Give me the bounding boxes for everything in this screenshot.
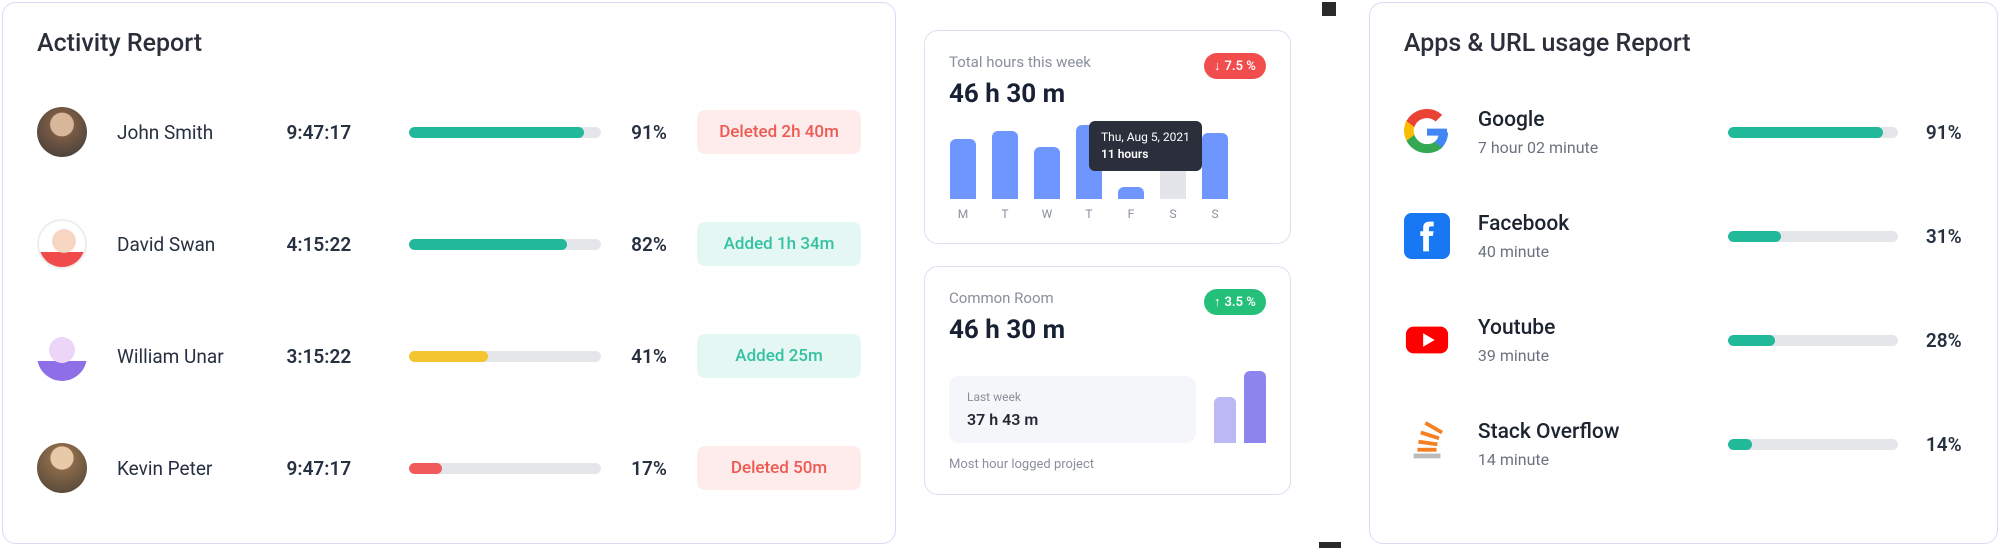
room-delta-label: 3.5 % xyxy=(1225,295,1256,310)
chart-bar[interactable]: F xyxy=(1117,187,1145,221)
app-row[interactable]: Youtube 39 minute 28% xyxy=(1404,306,1963,374)
chart-day-label: T xyxy=(1085,207,1092,221)
change-badge: Added 25m xyxy=(697,334,861,378)
common-room-card: Common Room 46 h 30 m ↑ 3.5 % Last week … xyxy=(924,266,1291,495)
change-badge: Deleted 50m xyxy=(697,446,861,490)
hours-delta-label: 7.5 % xyxy=(1225,59,1256,74)
progress-bar xyxy=(409,127,601,138)
progress-bar xyxy=(409,239,601,250)
chart-day-label: S xyxy=(1169,207,1176,221)
app-name: Facebook xyxy=(1478,212,1728,236)
chart-bar[interactable]: M xyxy=(949,139,977,221)
app-progress-percent: 31% xyxy=(1926,225,1962,248)
user-name: Kevin Peter xyxy=(117,457,287,480)
avatar[interactable] xyxy=(37,219,87,269)
common-room-subtitle: Common Room xyxy=(949,289,1065,307)
tooltip-value: 11 hours xyxy=(1101,146,1190,163)
change-badge: Deleted 2h 40m xyxy=(697,110,861,154)
room-note: Most hour logged project xyxy=(949,457,1266,472)
progress-percent: 82% xyxy=(631,233,697,256)
app-row[interactable]: Google 7 hour 02 minute 91% xyxy=(1404,98,1963,166)
hours-bar-chart[interactable]: Thu, Aug 5, 2021 11 hours M T W T F S S xyxy=(949,129,1266,221)
app-name: Stack Overflow xyxy=(1478,420,1728,444)
last-week-box: Last week 37 h 43 m xyxy=(949,376,1196,443)
activity-row[interactable]: William Unar 3:15:22 41% Added 25m xyxy=(37,324,861,388)
chart-bar[interactable]: W xyxy=(1033,147,1061,221)
app-time: 40 minute xyxy=(1478,242,1728,261)
google-icon xyxy=(1404,109,1450,155)
avatar[interactable] xyxy=(37,107,87,157)
facebook-icon xyxy=(1404,213,1450,259)
apps-usage-title: Apps & URL usage Report xyxy=(1404,29,1963,58)
compare-bar xyxy=(1244,371,1266,443)
app-row[interactable]: Stack Overflow 14 minute 14% xyxy=(1404,410,1963,478)
activity-row[interactable]: David Swan 4:15:22 82% Added 1h 34m xyxy=(37,212,861,276)
avatar[interactable] xyxy=(37,331,87,381)
compare-bar xyxy=(1214,397,1236,443)
active-time: 3:15:22 xyxy=(287,345,409,368)
middle-column: Total hours this week 46 h 30 m ↓ 7.5 % … xyxy=(924,2,1291,544)
progress-percent: 91% xyxy=(631,121,697,144)
room-delta-pill: ↑ 3.5 % xyxy=(1204,289,1266,315)
avatar[interactable] xyxy=(37,443,87,493)
tooltip-date: Thu, Aug 5, 2021 xyxy=(1101,129,1190,146)
app-row[interactable]: Facebook 40 minute 31% xyxy=(1404,202,1963,270)
activity-row[interactable]: John Smith 9:47:17 91% Deleted 2h 40m xyxy=(37,100,861,164)
app-progress-percent: 28% xyxy=(1926,329,1962,352)
youtube-icon xyxy=(1404,317,1450,363)
last-week-label: Last week xyxy=(967,390,1178,404)
app-progress-bar xyxy=(1728,439,1898,450)
app-name: Youtube xyxy=(1478,316,1728,340)
app-time: 7 hour 02 minute xyxy=(1478,138,1728,157)
stack-overflow-icon xyxy=(1404,421,1450,467)
progress-percent: 17% xyxy=(631,457,697,480)
chart-day-label: M xyxy=(958,207,968,221)
chart-day-label: T xyxy=(1001,207,1008,221)
arrow-up-icon: ↑ xyxy=(1214,294,1221,310)
app-progress-bar xyxy=(1728,231,1898,242)
user-name: David Swan xyxy=(117,233,287,256)
progress-percent: 41% xyxy=(631,345,697,368)
room-compare-bars xyxy=(1214,371,1266,443)
app-time: 14 minute xyxy=(1478,450,1728,469)
active-time: 9:47:17 xyxy=(287,457,409,480)
user-name: William Unar xyxy=(117,345,287,368)
total-hours-value: 46 h 30 m xyxy=(949,79,1091,109)
chart-day-label: F xyxy=(1128,207,1135,221)
change-badge: Added 1h 34m xyxy=(697,222,861,266)
app-progress-bar xyxy=(1728,335,1898,346)
app-progress-percent: 91% xyxy=(1926,121,1962,144)
chart-day-label: S xyxy=(1211,207,1218,221)
chart-bar[interactable]: T xyxy=(991,131,1019,221)
last-week-value: 37 h 43 m xyxy=(967,410,1178,429)
chart-tooltip: Thu, Aug 5, 2021 11 hours xyxy=(1089,121,1202,171)
active-time: 4:15:22 xyxy=(287,233,409,256)
total-hours-subtitle: Total hours this week xyxy=(949,53,1091,71)
app-name: Google xyxy=(1478,108,1728,132)
apps-usage-card: Apps & URL usage Report Google 7 hour 02… xyxy=(1369,2,1998,544)
activity-report-title: Activity Report xyxy=(37,29,861,58)
active-time: 9:47:17 xyxy=(287,121,409,144)
progress-bar xyxy=(409,463,601,474)
common-room-value: 46 h 30 m xyxy=(949,315,1065,345)
app-progress-percent: 14% xyxy=(1926,433,1962,456)
activity-report-card: Activity Report John Smith 9:47:17 91% D… xyxy=(2,2,896,544)
app-progress-bar xyxy=(1728,127,1898,138)
arrow-down-icon: ↓ xyxy=(1214,58,1221,74)
hours-delta-pill: ↓ 7.5 % xyxy=(1204,53,1266,79)
progress-bar xyxy=(409,351,601,362)
app-time: 39 minute xyxy=(1478,346,1728,365)
total-hours-card: Total hours this week 46 h 30 m ↓ 7.5 % … xyxy=(924,30,1291,244)
vertical-divider xyxy=(1319,2,1341,548)
chart-bar[interactable]: S xyxy=(1201,133,1229,221)
user-name: John Smith xyxy=(117,121,287,144)
chart-day-label: W xyxy=(1042,207,1053,221)
activity-row[interactable]: Kevin Peter 9:47:17 17% Deleted 50m xyxy=(37,436,861,500)
